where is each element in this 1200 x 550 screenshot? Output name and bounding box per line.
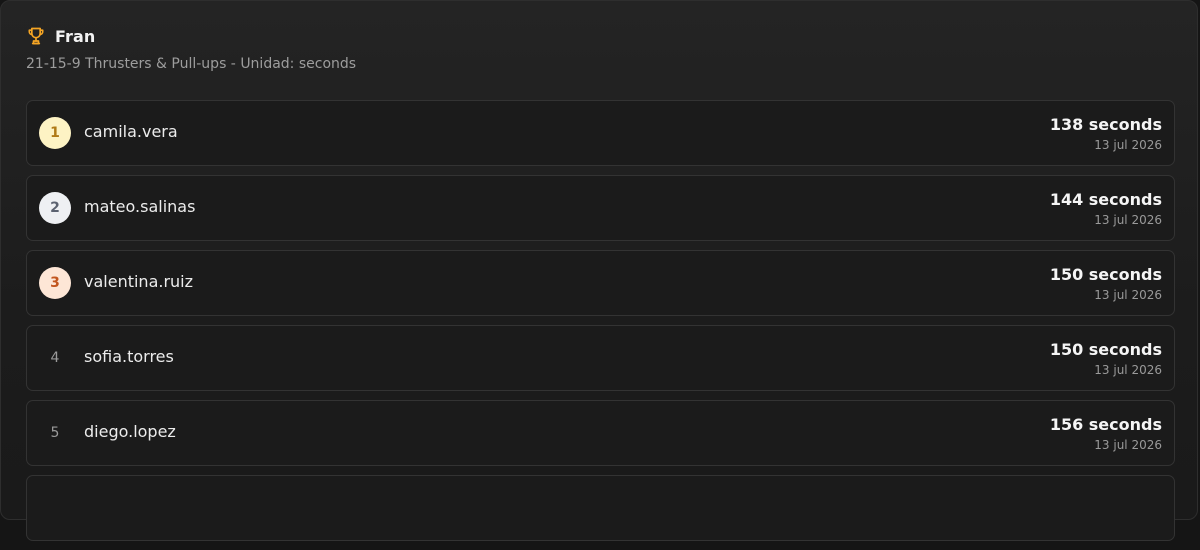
- leaderboard-title: Fran: [55, 26, 96, 46]
- leaderboard-row[interactable]: 4 sofia.torres 150 seconds 13 jul 2026: [26, 325, 1175, 391]
- rank-number: 4: [50, 350, 60, 366]
- rank-badge-bronze: 3: [39, 267, 71, 299]
- username: mateo.salinas: [84, 197, 196, 216]
- score-date: 13 jul 2026: [1094, 288, 1162, 302]
- leaderboard-list: 1 camila.vera 138 seconds 13 jul 2026 2 …: [26, 100, 1175, 550]
- score-value: 144 seconds: [1049, 190, 1162, 209]
- rank-number: 5: [50, 425, 60, 441]
- username: valentina.ruiz: [84, 272, 194, 291]
- username: sofia.torres: [84, 347, 174, 366]
- score-date: 13 jul 2026: [1094, 438, 1162, 452]
- score-value: 138 seconds: [1049, 115, 1162, 134]
- leaderboard-row[interactable]: 2 mateo.salinas 144 seconds 13 jul 2026: [26, 175, 1175, 241]
- score-date: 13 jul 2026: [1094, 363, 1162, 377]
- score-block: 150 seconds 13 jul 2026: [1049, 340, 1162, 378]
- leaderboard-card: Fran 21-15-9 Thrusters & Pull-ups - Unid…: [0, 0, 1198, 541]
- leaderboard-row-partial[interactable]: [26, 475, 1175, 541]
- leaderboard-row[interactable]: 5 diego.lopez 156 seconds 13 jul 2026: [26, 400, 1175, 466]
- leaderboard-header: Fran 21-15-9 Thrusters & Pull-ups - Unid…: [26, 25, 357, 73]
- score-date: 13 jul 2026: [1094, 213, 1162, 227]
- score-date: 13 jul 2026: [1094, 138, 1162, 152]
- rank-badge-silver: 2: [39, 192, 71, 224]
- username: diego.lopez: [84, 422, 176, 441]
- score-block: 144 seconds 13 jul 2026: [1049, 190, 1162, 228]
- score-block: 150 seconds 13 jul 2026: [1049, 265, 1162, 303]
- leaderboard-row[interactable]: 3 valentina.ruiz 150 seconds 13 jul 2026: [26, 250, 1175, 316]
- leaderboard-subtitle: 21-15-9 Thrusters & Pull-ups - Unidad: s…: [26, 56, 357, 72]
- score-value: 150 seconds: [1049, 340, 1162, 359]
- score-block: 156 seconds 13 jul 2026: [1049, 415, 1162, 453]
- score-value: 150 seconds: [1049, 265, 1162, 284]
- leaderboard-row[interactable]: 1 camila.vera 138 seconds 13 jul 2026: [26, 100, 1175, 166]
- rank-badge-gold: 1: [39, 117, 71, 149]
- title-row: Fran: [26, 25, 356, 47]
- username: camila.vera: [84, 122, 178, 141]
- score-value: 156 seconds: [1049, 415, 1162, 434]
- score-block: 138 seconds 13 jul 2026: [1049, 115, 1162, 153]
- trophy-icon: [28, 27, 44, 45]
